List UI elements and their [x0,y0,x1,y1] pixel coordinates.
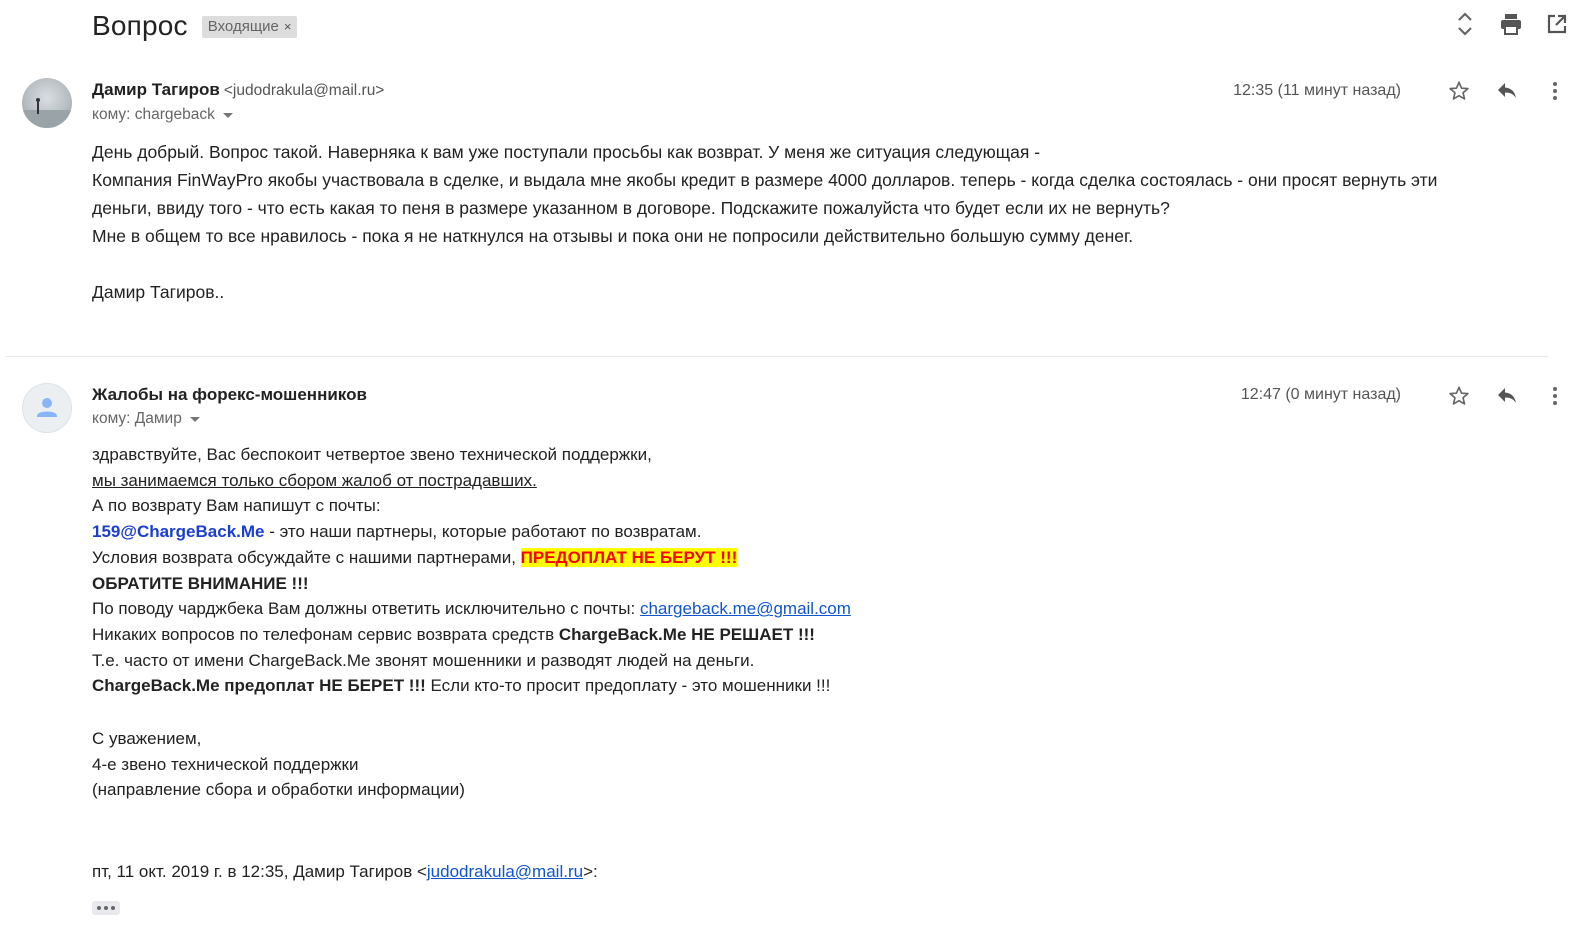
body-line: Т.е. часто от имени ChargeBack.Me звонят… [92,650,755,670]
sender-name[interactable]: Дамир Тагиров [92,80,220,99]
quote-prefix: пт, 11 окт. 2019 г. в 12:35, Дамир Тагир… [92,862,427,882]
sender-avatar[interactable] [22,78,72,128]
body-text: По поводу чарджбека Вам должны ответить … [92,599,640,619]
body-blank-line [92,699,851,726]
dot [111,906,115,910]
body-line: ChargeBack.Me предоплат НЕ БЕРЕТ !!! Есл… [92,673,851,699]
star-icon[interactable] [1447,79,1471,103]
quoted-header: пт, 11 окт. 2019 г. в 12:35, Дамир Тагир… [92,859,851,885]
body-line: По поводу чарджбека Вам должны ответить … [92,596,851,622]
body-line: Никаких вопросов по телефонам сервис воз… [92,622,851,648]
body-text: - это наши партнеры, которые работают по… [264,522,702,542]
more-options-icon[interactable] [1543,79,1567,103]
dot [104,906,108,910]
label-chip-inbox[interactable]: Входящие × [201,16,298,38]
label-chip-text: Входящие [207,18,279,35]
body-line: Мне в общем то все нравилось - пока я не… [92,226,1134,246]
body-line: Условия возврата обсуждайте с нашими пар… [92,545,851,571]
message-body: День добрый. Вопрос такой. Наверняка к в… [92,138,1437,306]
message-actions [1447,79,1567,103]
body-text: Условия возврата обсуждайте с нашими пар… [92,547,521,567]
body-line: 4-е звено технической поддержки [92,754,359,774]
quote-suffix: >: [583,862,598,882]
star-icon[interactable] [1447,384,1471,408]
body-line-underlined: мы занимаемся только сбором жалоб от пос… [92,470,537,490]
reply-icon[interactable] [1495,79,1519,103]
highlighted-warning: ПРЕДОПЛАТ НЕ БЕРУТ !!! [520,547,738,567]
recipient-text: кому: Дамир [92,410,182,427]
message-body: здравствуйте, Вас беспокоит четвертое зв… [92,442,851,885]
thread-toolbar [1453,12,1569,36]
body-blank-line [92,250,1437,278]
message-time: 12:47 (0 минут назад) [1240,386,1401,403]
body-signature: Дамир Тагиров.. [92,282,225,302]
quoted-email-link[interactable]: judodrakula@mail.ru [427,862,583,881]
show-trimmed-content-button[interactable] [92,901,120,915]
body-line-bold: ОБРАТИТЕ ВНИМАНИЕ !!! [92,573,309,593]
thread-subject: Вопрос [92,10,188,41]
print-icon[interactable] [1499,12,1523,36]
body-bold-text: ChargeBack.Me НЕ РЕШАЕТ !!! [558,624,815,644]
body-bold-text: ChargeBack.Me предоплат НЕ БЕРЕТ !!! [92,676,426,696]
open-in-new-window-icon[interactable] [1545,12,1569,36]
body-line: деньги, ввиду того - что есть какая то п… [92,198,1170,218]
label-remove-button[interactable]: × [284,19,292,34]
sender-avatar-generic[interactable] [22,383,72,433]
body-blank-line [92,803,851,859]
reply-icon[interactable] [1495,384,1519,408]
body-line: здравствуйте, Вас беспокоит четвертое зв… [92,445,652,464]
message-actions [1447,384,1567,408]
body-line: День добрый. Вопрос такой. Наверняка к в… [92,142,1041,162]
dot [97,906,101,910]
sender-email: <judodrakula@mail.ru> [223,82,385,99]
body-text: Никаких вопросов по телефонам сервис воз… [92,624,559,644]
thread-header: Вопрос Входящие × [92,10,298,42]
body-line: (направление сбора и обработки информаци… [92,780,465,800]
body-line: А по возврату Вам напишут с почты: [92,496,381,516]
body-line: С уважением, [92,729,202,749]
recipient-line: кому: Дамир [92,410,200,428]
body-text: Если кто-то просит предоплату - это моше… [425,676,831,696]
body-line: 159@ChargeBack.Me - это наши партнеры, к… [92,519,851,545]
more-options-icon[interactable] [1543,384,1567,408]
show-details-dropdown-icon[interactable] [222,112,233,118]
body-line: Компания FinWayPro якобы участвовала в с… [92,170,1438,190]
message-divider [6,356,1548,357]
partner-email: 159@ChargeBack.Me [92,522,265,542]
recipient-text: кому: chargeback [92,106,215,123]
expand-collapse-icon[interactable] [1453,12,1477,36]
message-time: 12:35 (11 минут назад) [1233,82,1401,99]
sender-name[interactable]: Жалобы на форекс-мошенников [92,385,367,404]
sender-line: Жалобы на форекс-мошенников [92,385,367,405]
chargeback-email-link[interactable]: chargeback.me@gmail.com [640,599,851,618]
show-details-dropdown-icon[interactable] [189,416,200,422]
sender-line: Дамир Тагиров <judodrakula@mail.ru> [92,80,384,100]
recipient-line: кому: chargeback [92,106,233,124]
